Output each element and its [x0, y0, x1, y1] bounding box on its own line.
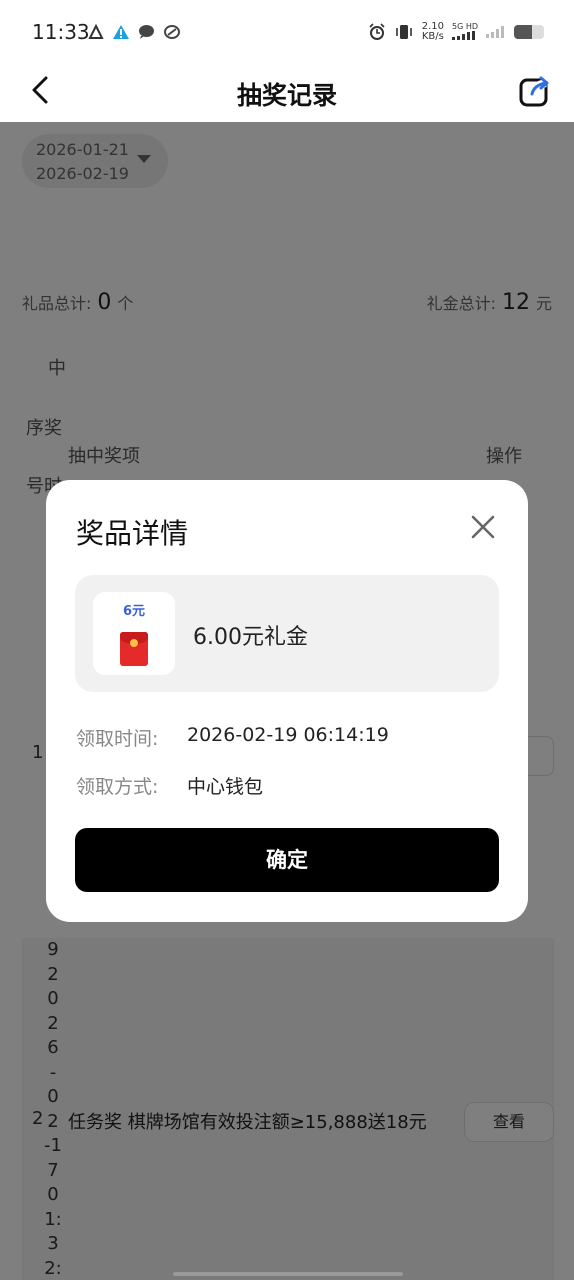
claim-time-label: 领取时间: [76, 728, 159, 750]
claim-method-label: 领取方式: [76, 776, 159, 798]
vibrate-icon [395, 25, 412, 39]
cellular-signal: 5G HD [451, 22, 478, 42]
home-indicator[interactable] [173, 1272, 403, 1276]
prize-card: 6元 6.00元礼金 [75, 575, 499, 692]
prize-detail-modal: 奖品详情 6元 6.00元礼金 领取时间: 2026-02-19 06:14:1… [46, 480, 528, 922]
battery-icon [514, 25, 544, 39]
network-type-label: 5G HD [451, 22, 478, 31]
nav-bar: 抽奖记录 [0, 66, 574, 122]
status-bar: 11:33 2.10 KB/s 5G HD [0, 0, 574, 66]
signal-triangle-icon [88, 24, 104, 39]
status-notification-icons [88, 24, 181, 40]
confirm-button[interactable]: 确定 [75, 828, 499, 892]
signal-bars-icon [451, 31, 475, 40]
chat-icon [139, 25, 154, 39]
network-speed: 2.10 KB/s [422, 22, 444, 42]
prize-thumb-label: 6元 [122, 604, 146, 619]
warning-icon [113, 25, 129, 39]
claim-method-value: 中心钱包 [187, 776, 264, 798]
sync-icon [164, 25, 180, 39]
system-status-icons: 2.10 KB/s 5G HD [368, 22, 544, 42]
share-icon[interactable] [518, 74, 552, 108]
close-icon[interactable] [470, 514, 496, 540]
red-envelope-icon [120, 632, 148, 666]
prize-name: 6.00元礼金 [193, 625, 308, 650]
prize-thumbnail: 6元 [93, 592, 175, 675]
signal-bars-weak-icon [486, 26, 504, 38]
modal-title: 奖品详情 [76, 517, 189, 550]
page-title: 抽奖记录 [236, 81, 337, 110]
alarm-icon [369, 23, 385, 40]
claim-time-value: 2026-02-19 06:14:19 [187, 724, 389, 746]
net-speed-unit: KB/s [421, 31, 444, 42]
status-time: 11:33 [32, 20, 90, 44]
